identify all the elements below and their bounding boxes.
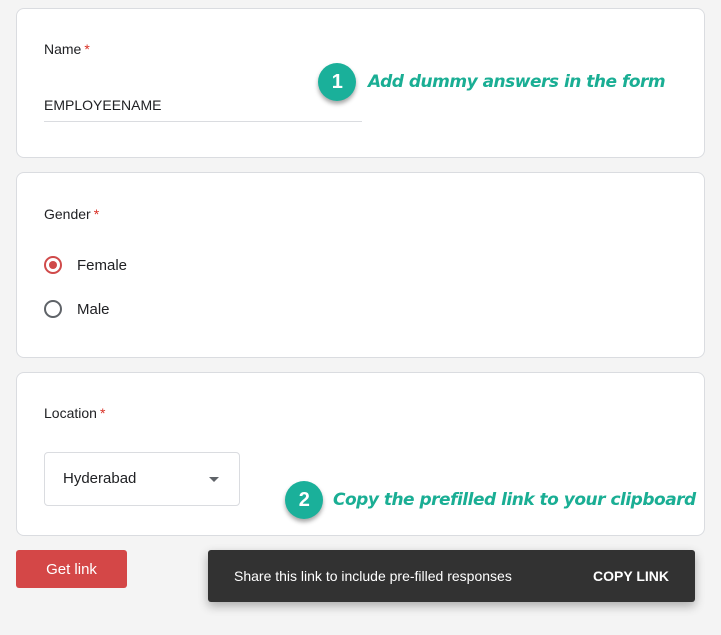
radio-female[interactable]: Female [44,256,127,274]
snackbar: Share this link to include pre-filled re… [208,550,695,602]
radio-label: Female [77,256,128,274]
copy-link-button[interactable]: COPY LINK [593,568,669,584]
required-asterisk: * [99,405,106,421]
annotation-text-2: Copy the prefilled link to your clipboar… [333,490,696,510]
name-label: Name * [44,41,90,57]
location-dropdown[interactable]: Hyderabad [44,452,240,506]
get-link-button[interactable]: Get link [16,550,127,588]
required-asterisk: * [84,41,90,57]
annotation-1: 1 Add dummy answers in the form [318,63,666,101]
radio-checked-icon[interactable] [44,256,62,274]
dropdown-value: Hyderabad [63,470,137,487]
radio-label: Male [77,300,110,318]
radio-unchecked-icon[interactable] [44,300,62,318]
location-label: Location * [44,405,106,421]
annotation-2: 2 Copy the prefilled link to your clipbo… [285,481,696,519]
snackbar-message: Share this link to include pre-filled re… [234,568,512,584]
caret-down-icon [209,477,219,482]
annotation-text-1: Add dummy answers in the form [368,72,666,92]
step-badge-2: 2 [285,481,323,519]
gender-question-card: Gender * Female Male [16,172,705,358]
name-input[interactable]: EMPLOYEENAME [44,97,362,122]
radio-male[interactable]: Male [44,300,110,318]
step-badge-1: 1 [318,63,356,101]
gender-label: Gender * [44,206,100,222]
required-asterisk: * [93,206,100,222]
